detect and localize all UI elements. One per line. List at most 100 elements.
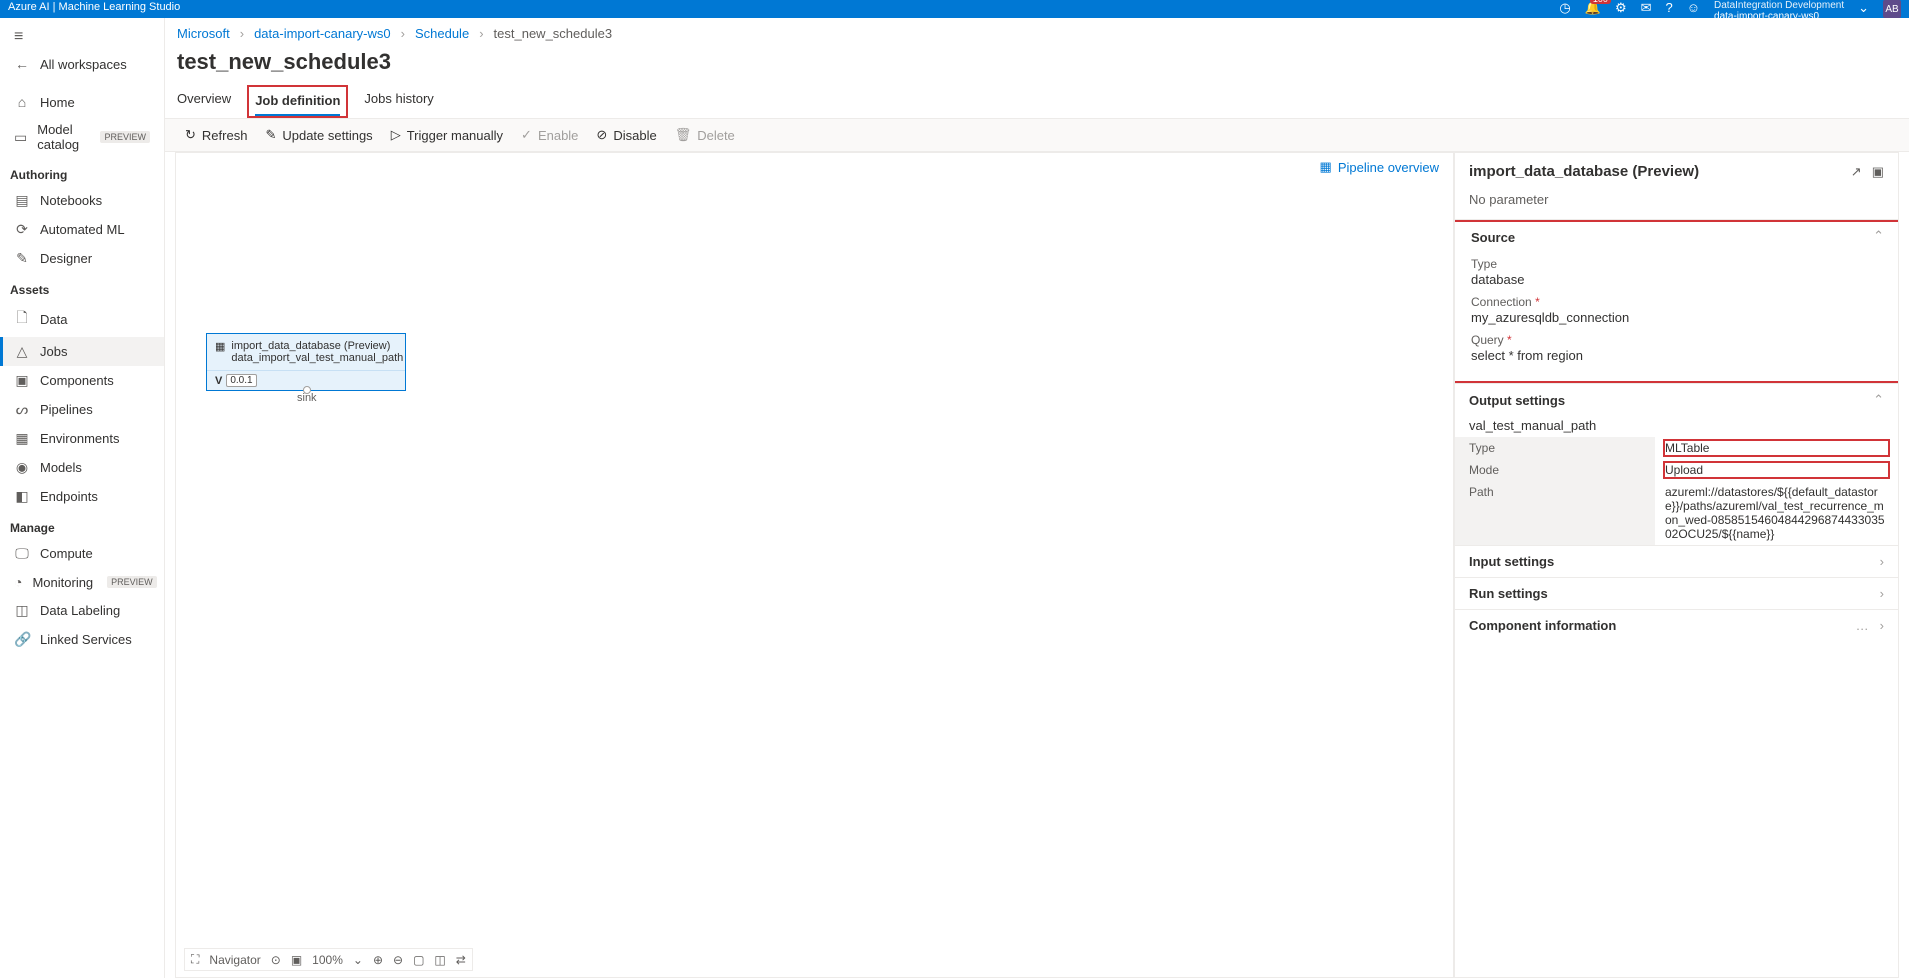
box-icon[interactable]: ◫ [434, 953, 445, 967]
chevron-up-icon[interactable]: ⌃ [1873, 228, 1884, 244]
sidebar-model-catalog[interactable]: ▭ Model catalog PREVIEW [0, 116, 164, 158]
play-icon: ▷ [391, 127, 401, 143]
notebook-icon: ▤ [14, 192, 30, 209]
tab-job-definition[interactable]: Job definition [255, 87, 340, 116]
pipeline-canvas[interactable]: ▦ Pipeline overview ▦ import_data_databa… [175, 153, 1454, 978]
sidebar-monitoring[interactable]: ◔MonitoringPREVIEW [0, 568, 164, 596]
input-settings-header[interactable]: Input settings › [1455, 546, 1898, 577]
edit-icon: ✎ [265, 127, 276, 143]
sidebar-item-label: Linked Services [40, 632, 132, 647]
output-section-header[interactable]: Output settings ⌃ [1455, 384, 1898, 416]
tab-jobs-history[interactable]: Jobs history [364, 85, 433, 118]
sidebar-components[interactable]: ▣Components [0, 366, 164, 395]
automl-icon: ⟳ [14, 221, 30, 238]
disable-icon: ⊘ [596, 127, 607, 143]
refresh-button[interactable]: ↻Refresh [185, 127, 247, 143]
sidebar-compute[interactable]: 🖵 Compute [0, 539, 164, 568]
zoom-out-icon[interactable]: ⊖ [393, 953, 403, 967]
sidebar-automl[interactable]: ⟳ Automated ML [0, 215, 164, 244]
tab-overview[interactable]: Overview [177, 85, 231, 118]
sidebar-item-label: Endpoints [40, 489, 98, 504]
chevron-right-icon: › [1880, 554, 1884, 569]
environments-icon: ▦ [14, 430, 30, 447]
overview-icon: ▦ [1320, 159, 1332, 175]
screenshot-icon[interactable]: ▣ [291, 953, 302, 967]
clock-icon[interactable]: ◷ [1559, 0, 1570, 16]
field-value: my_azuresqldb_connection [1471, 310, 1882, 325]
shuffle-icon[interactable]: ⇄ [456, 953, 466, 967]
target-icon[interactable]: ⊙ [271, 953, 281, 967]
check-circle-icon: ✓ [521, 127, 532, 143]
sidebar-jobs[interactable]: △Jobs [0, 337, 164, 366]
sidebar-home[interactable]: ⌂ Home [0, 88, 164, 116]
notifications-icon[interactable]: 🔔100 [1585, 0, 1601, 16]
pipeline-node[interactable]: ▦ import_data_database (Preview) data_im… [206, 333, 406, 391]
product-title: Azure AI | Machine Learning Studio [8, 0, 180, 13]
feedback-icon[interactable]: ✉ [1641, 0, 1652, 16]
output-mode-value: Upload [1663, 461, 1890, 479]
sidebar-item-label: Model catalog [37, 122, 86, 152]
sidebar-item-label: Models [40, 460, 82, 475]
sidebar-designer[interactable]: ✎Designer [0, 244, 164, 273]
breadcrumb-link[interactable]: data-import-canary-ws0 [254, 26, 391, 41]
sidebar-section-assets: Assets [0, 273, 164, 301]
zoom-level[interactable]: 100% [312, 953, 343, 967]
chevron-right-icon: › [479, 26, 483, 41]
chevron-down-icon[interactable]: ⌄ [1858, 0, 1869, 16]
help-icon[interactable]: ? [1666, 0, 1673, 15]
output-path-value: azureml://datastores/${{default_datastor… [1655, 481, 1898, 545]
sidebar-endpoints[interactable]: ◧Endpoints [0, 482, 164, 511]
field-value: select * from region [1471, 348, 1882, 363]
popout-icon[interactable]: ▣ [1872, 164, 1884, 180]
sidebar-notebooks[interactable]: ▤Notebooks [0, 186, 164, 215]
run-settings-header[interactable]: Run settings › [1455, 578, 1898, 609]
details-panel: import_data_database (Preview) ↗ ▣ No pa… [1454, 153, 1899, 978]
sidebar-linked-services[interactable]: 🔗Linked Services [0, 625, 164, 654]
sidebar: ≡ ← All workspaces ⌂ Home ▭ Model catalo… [0, 18, 165, 978]
run-settings-section: Run settings › [1455, 577, 1898, 609]
zoom-in-icon[interactable]: ⊕ [373, 953, 383, 967]
breadcrumb-current: test_new_schedule3 [494, 26, 613, 41]
sidebar-item-label: Components [40, 373, 114, 388]
more-icon[interactable]: … [1856, 618, 1870, 633]
expand-panel-icon[interactable]: ↗ [1851, 164, 1862, 180]
smile-icon[interactable]: ☺ [1687, 0, 1700, 15]
trigger-manually-button[interactable]: ▷Trigger manually [391, 127, 503, 143]
sidebar-item-label: Designer [40, 251, 92, 266]
delete-button: 🗑Delete [675, 127, 735, 143]
fit-icon[interactable]: ▢ [413, 953, 424, 967]
toolbar: ↻Refresh ✎Update settings ▷Trigger manua… [165, 119, 1909, 152]
sidebar-item-label: Compute [40, 546, 93, 561]
sidebar-pipelines[interactable]: ᔕPipelines [0, 395, 164, 424]
back-arrow-icon: ← [14, 56, 30, 72]
sidebar-item-label: Data Labeling [40, 603, 120, 618]
component-info-section: Component information … › [1455, 609, 1898, 641]
source-section-header[interactable]: Source [1457, 222, 1896, 253]
no-parameter-text: No parameter [1455, 186, 1898, 219]
output-type-label: Type [1455, 437, 1655, 459]
sidebar-environments[interactable]: ▦Environments [0, 424, 164, 453]
sidebar-item-label: Automated ML [40, 222, 125, 237]
breadcrumb-link[interactable]: Schedule [415, 26, 469, 41]
component-info-header[interactable]: Component information … › [1455, 610, 1898, 641]
sidebar-models[interactable]: ◉Models [0, 453, 164, 482]
breadcrumb-link[interactable]: Microsoft [177, 26, 230, 41]
expand-icon[interactable]: ⛶ [191, 952, 199, 967]
disable-button[interactable]: ⊘Disable [596, 127, 656, 143]
pipeline-overview-button[interactable]: ▦ Pipeline overview [1320, 159, 1439, 175]
field-label: Connection * [1471, 295, 1882, 309]
field-value: database [1471, 272, 1882, 287]
hamburger-icon[interactable]: ≡ [0, 24, 164, 50]
update-settings-button[interactable]: ✎Update settings [265, 127, 372, 143]
settings-icon[interactable]: ⚙ [1615, 0, 1627, 16]
sidebar-item-label: Jobs [40, 344, 67, 359]
compute-icon: 🖵 [14, 545, 30, 562]
sidebar-data-labeling[interactable]: ◫Data Labeling [0, 596, 164, 625]
sidebar-all-workspaces[interactable]: ← All workspaces [0, 50, 164, 78]
chevron-down-icon[interactable]: ⌄ [353, 953, 363, 967]
sidebar-data[interactable]: 🗋Data [0, 301, 164, 337]
top-bar: Azure AI | Machine Learning Studio ◷ 🔔10… [0, 0, 1909, 18]
node-subtitle: data_import_val_test_manual_path [231, 352, 403, 364]
avatar[interactable]: AB [1883, 0, 1901, 18]
navigator-button[interactable]: Navigator [209, 953, 260, 967]
